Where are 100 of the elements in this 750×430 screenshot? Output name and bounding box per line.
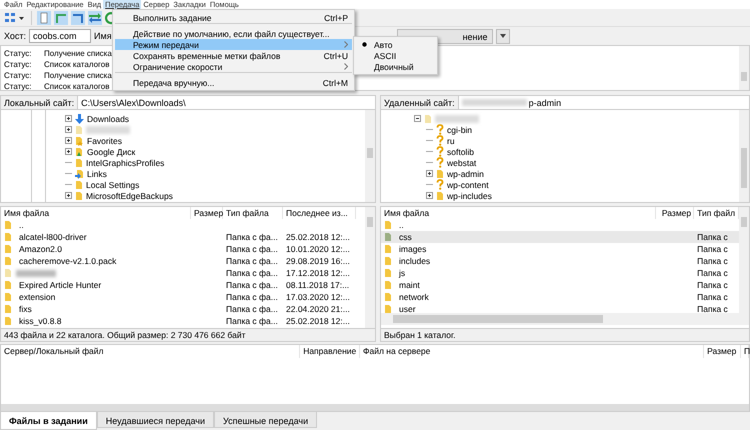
folder-icon [436, 168, 444, 178]
file-name[interactable]: css [396, 232, 412, 242]
tree-item-label[interactable]: webstat [447, 158, 476, 168]
file-name[interactable]: cacheremove-v2.1.0.pack [16, 256, 116, 266]
tab[interactable]: Неудавшиеся передачи [96, 412, 214, 428]
menu-item[interactable]: Выполнить задание Ctrl+P [115, 12, 352, 23]
file-row[interactable]: maint Папка с [381, 279, 739, 291]
tree-item-label[interactable]: MicrosoftEdgeBackups [86, 190, 173, 200]
file-row[interactable]: js Папка с [381, 267, 739, 279]
menu-item[interactable]: Режим передачи [115, 39, 352, 50]
expand-icon[interactable] [65, 126, 72, 133]
file-name[interactable]: Expired Article Hunter [16, 280, 102, 290]
menu-item[interactable]: Передача вручную... Ctrl+M [115, 72, 352, 88]
column-header[interactable]: Имя файла [381, 207, 656, 219]
file-name[interactable]: .. [16, 220, 24, 230]
site-manager-icon[interactable] [4, 10, 26, 24]
log-label: Статус: [4, 71, 33, 80]
column-header[interactable]: Сервер/Локальный файл [1, 345, 300, 358]
expand-icon[interactable] [65, 115, 72, 122]
file-name[interactable]: kiss_v0.8.8 [16, 316, 62, 326]
file-row[interactable]: network Папка с [381, 291, 739, 303]
folder-icon [424, 114, 432, 124]
scrollbar[interactable] [381, 313, 749, 325]
status-text: 443 файла и 22 каталога. Общий размер: 2 730 476 662 байт [4, 330, 246, 340]
log-message: Получение списка [44, 71, 112, 80]
scrollbar[interactable] [739, 46, 749, 90]
file-row[interactable]: includes Папка с [381, 255, 739, 267]
site-label: Удаленный сайт: [383, 98, 456, 108]
tab[interactable]: Файлы в задании [0, 412, 97, 430]
local-tree-icon[interactable] [54, 10, 68, 24]
tree-item-label[interactable]: cgi-bin [447, 124, 472, 134]
file-name[interactable]: extension [16, 292, 56, 302]
table-cell: 25.02.2018 12:... [286, 232, 350, 242]
tree-item-label[interactable]: wp-includes [447, 190, 492, 200]
menu-item[interactable]: ASCII [356, 50, 435, 61]
log-message: Получение списка [44, 49, 112, 58]
expand-icon[interactable] [426, 192, 433, 199]
column-header[interactable]: Последнее из... [283, 207, 356, 219]
file-name[interactable]: alcatel-l800-driver [16, 232, 87, 242]
expand-icon[interactable] [65, 192, 72, 199]
menu-item[interactable]: Сохранять временные метки файлов Ctrl+U [115, 50, 352, 61]
redacted-text [86, 126, 130, 134]
menu-item[interactable]: Ограничение скорости [115, 61, 352, 72]
host-field[interactable]: coobs.com [29, 29, 92, 43]
tree-item-label[interactable]: Favorites [87, 136, 122, 146]
scrollbar[interactable] [739, 207, 749, 313]
file-row[interactable]: css Папка с [381, 231, 739, 243]
collapse-icon[interactable] [414, 115, 421, 122]
file-name[interactable]: js [396, 268, 406, 278]
scrollbar[interactable] [1, 404, 749, 411]
table-cell: Папка с [697, 280, 728, 290]
folder-icon [75, 124, 83, 134]
file-name[interactable]: images [396, 244, 426, 254]
table-cell: Папка с [697, 304, 728, 313]
file-row[interactable]: images Папка с [381, 243, 739, 255]
file-name[interactable]: .. [396, 220, 404, 230]
column-header[interactable]: Тип файла [223, 207, 283, 219]
message-log-icon[interactable] [37, 10, 51, 24]
tab[interactable]: Успешные передачи [214, 412, 318, 428]
scrollbar[interactable] [365, 110, 375, 202]
tree-item-label[interactable]: wp-admin [447, 168, 484, 178]
tree-item-label[interactable]: ru [447, 136, 455, 146]
tree-item-label[interactable]: Downloads [87, 114, 130, 124]
column-header[interactable]: П [741, 345, 749, 358]
scrollbar[interactable] [365, 207, 375, 328]
column-header[interactable]: Размер [704, 345, 741, 358]
menu-item-label: Действие по умолчанию, если файл существует... [133, 28, 330, 38]
remote-tree-icon[interactable] [71, 10, 85, 24]
tree-item-label[interactable]: wp-content [447, 180, 489, 190]
menu-item[interactable]: Двоичный [356, 61, 435, 72]
tree-item-label[interactable]: Google Диск [87, 146, 136, 156]
menu-item-label: Режим передачи [133, 40, 200, 50]
file-name[interactable]: fixs [16, 304, 32, 314]
file-row[interactable]: .. [381, 219, 739, 231]
file-name[interactable]: Amazon2.0 [16, 244, 62, 254]
table-cell: 29.08.2019 16:... [286, 256, 350, 266]
expand-icon[interactable] [426, 170, 433, 177]
transfer-queue-icon[interactable] [88, 10, 102, 24]
column-header[interactable]: Размер [656, 207, 694, 219]
expand-icon[interactable] [65, 137, 72, 144]
tree-item-label[interactable]: Links [87, 168, 107, 178]
file-name[interactable]: network [396, 292, 429, 302]
path-field[interactable]: C:\Users\Alex\Downloads\ [77, 96, 375, 109]
file-row[interactable]: user Папка с [381, 303, 739, 313]
file-name[interactable]: maint [396, 280, 420, 290]
expand-icon[interactable] [65, 148, 72, 155]
column-header[interactable]: Размер [191, 207, 223, 219]
column-header[interactable]: Направление [300, 345, 360, 358]
file-name[interactable]: user [396, 304, 416, 313]
path-field[interactable]: p-admin [458, 96, 749, 109]
tree-item-label[interactable]: Local Settings [86, 180, 140, 190]
table-cell: Папка с фа... [226, 232, 278, 242]
dropdown-button[interactable] [496, 28, 510, 44]
shortcut-text: Ctrl+M [322, 78, 348, 88]
scrollbar[interactable] [739, 110, 749, 202]
tree-item-label[interactable]: softolib [447, 146, 474, 156]
file-name[interactable]: includes [396, 256, 430, 266]
tree-item-label[interactable]: IntelGraphicsProfiles [86, 158, 164, 168]
column-header[interactable]: Файл на сервере [360, 345, 704, 358]
column-header[interactable]: Имя файла [1, 207, 191, 219]
